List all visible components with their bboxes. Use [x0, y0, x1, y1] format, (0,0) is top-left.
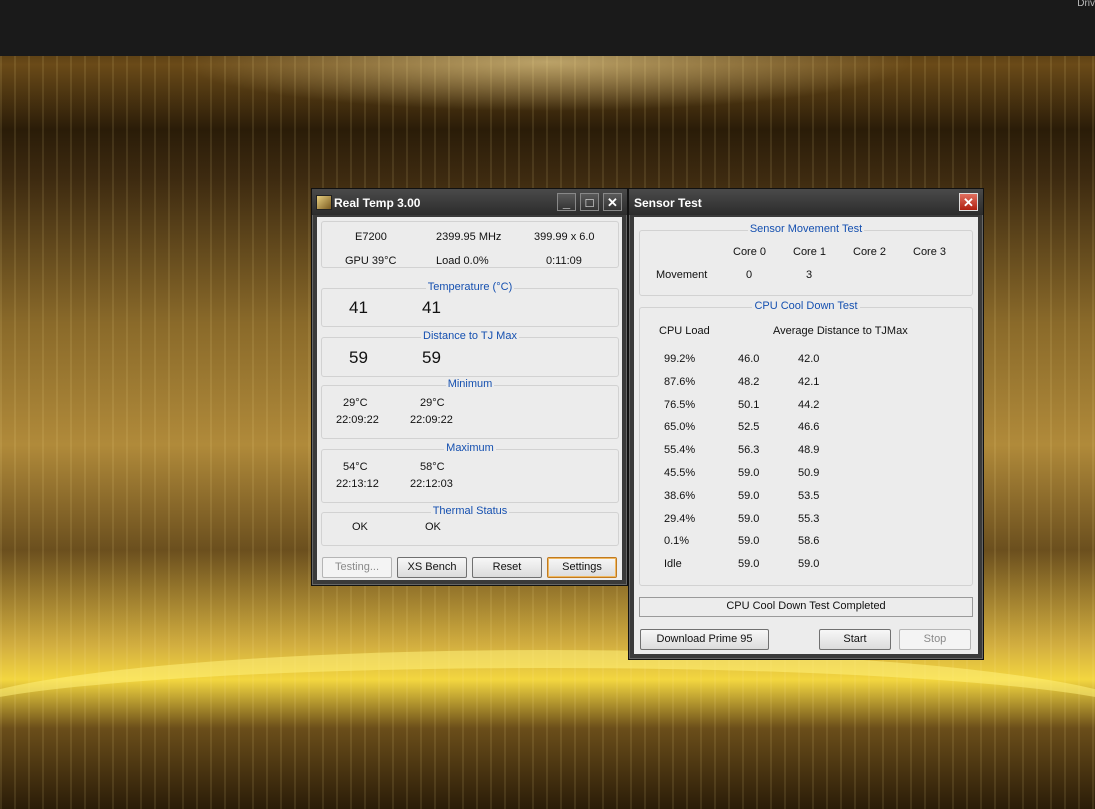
close-icon[interactable]: ✕ [603, 193, 622, 211]
cooldown-cell-core1: 59.0 [798, 558, 820, 571]
cooldown-cell-core0: 48.2 [738, 375, 760, 388]
temperature-group: Temperature (°C) 41 41 [321, 281, 619, 327]
gpu-temp: GPU 39°C [345, 255, 397, 267]
core2-header: Core 2 [853, 246, 887, 258]
sensortest-window: Sensor Test ✕ Sensor Movement Test Core … [628, 188, 984, 660]
cooldown-cell-core0: 59.0 [738, 558, 760, 571]
core1-distance: 59 [422, 348, 441, 367]
movement-group: Sensor Movement Test Core 0 Core 1 Core … [639, 223, 973, 296]
realtemp-titlebar[interactable]: Real Temp 3.00 _ □ ✕ [312, 189, 627, 215]
thermal-status-group: Thermal Status OK OK [321, 505, 619, 546]
cooldown-cell-load: 38.6% [664, 489, 696, 502]
cooldown-cell-core1: 58.6 [798, 535, 820, 548]
core0-temperature: 41 [349, 298, 368, 317]
testing-button[interactable]: Testing... [322, 557, 392, 578]
cooldown-cell-core1: 50.9 [798, 467, 820, 479]
sensortest-titlebar[interactable]: Sensor Test ✕ [629, 189, 983, 215]
core1-min-time: 22:09:22 [410, 414, 453, 426]
temperature-title: Temperature (°C) [425, 281, 515, 293]
cooldown-cell-core0: 52.5 [738, 421, 760, 434]
cooldown-cell-load: 45.5% [664, 467, 696, 479]
cooldown-cell-core0: 59.0 [738, 467, 760, 479]
core0-thermal-status: OK [352, 521, 368, 533]
close-icon[interactable]: ✕ [959, 193, 978, 211]
cooldown-cell-load: 87.6% [664, 375, 696, 388]
core1-thermal-status: OK [425, 521, 441, 533]
core0-max-temp: 54°C [343, 461, 368, 473]
sensortest-title: Sensor Test [634, 196, 702, 210]
uptime: 0:11:09 [546, 255, 582, 267]
reset-button[interactable]: Reset [472, 557, 542, 578]
core1-temperature: 41 [422, 298, 441, 317]
download-prime95-button[interactable]: Download Prime 95 [640, 629, 769, 650]
cooldown-cell-core1: 55.3 [798, 512, 820, 525]
core0-movement: 0 [746, 269, 753, 281]
cooldown-cell-core0: 46.0 [738, 353, 760, 365]
cpu-load: Load 0.0% [436, 255, 489, 267]
realtemp-client: E7200 2399.95 MHz 399.99 x 6.0 GPU 39°C … [317, 217, 622, 580]
thermal-status-title: Thermal Status [430, 505, 510, 517]
maximum-group: Maximum 54°C 58°C 22:13:12 22:12:03 [321, 442, 619, 503]
core1-movement: 3 [806, 269, 813, 281]
top-bar-corner-text: Driv [1077, 0, 1095, 9]
cooldown-cell-core1: 42.0 [798, 353, 820, 365]
core1-max-time: 22:12:03 [410, 478, 453, 490]
movement-row-label: Movement [656, 269, 708, 281]
core0-header: Core 0 [733, 246, 767, 258]
info-group: E7200 2399.95 MHz 399.99 x 6.0 GPU 39°C … [321, 221, 619, 268]
core0-min-temp: 29°C [343, 397, 368, 409]
core3-header: Core 3 [913, 246, 947, 258]
realtemp-window: Real Temp 3.00 _ □ ✕ E7200 2399.95 MHz 3… [311, 188, 628, 586]
core0-distance: 59 [349, 348, 368, 367]
sensortest-client: Sensor Movement Test Core 0 Core 1 Core … [634, 217, 978, 654]
cooldown-cell-load: 65.0% [664, 421, 696, 434]
top-bar: Driv [0, 0, 1095, 56]
cooldown-cell-load: 0.1% [664, 535, 690, 548]
cpu-model: E7200 [355, 231, 387, 243]
cooldown-cell-core1: 44.2 [798, 398, 820, 411]
cooldown-cell-core0: 50.1 [738, 398, 760, 411]
cooldown-cell-core1: 42.1 [798, 375, 820, 388]
minimize-icon[interactable]: _ [557, 193, 576, 211]
cooldown-cell-core0: 59.0 [738, 512, 760, 525]
core0-min-time: 22:09:22 [336, 414, 379, 426]
cooldown-cell-core1: 48.9 [798, 444, 820, 457]
distance-title: Distance to TJ Max [421, 330, 519, 342]
cooldown-cell-core0: 56.3 [738, 444, 760, 457]
cooldown-cell-load: 76.5% [664, 398, 696, 411]
cpu-multiplier: 399.99 x 6.0 [534, 231, 595, 243]
cooldown-cell-core0: 59.0 [738, 535, 760, 548]
cooldown-cell-core0: 59.0 [738, 489, 760, 502]
movement-title: Sensor Movement Test [747, 223, 865, 235]
cooldown-group: CPU Cool Down Test CPU Load Average Dist… [639, 300, 973, 586]
status-box: CPU Cool Down Test Completed [639, 597, 973, 617]
cooldown-cell-core1: 46.6 [798, 421, 820, 434]
minimum-group: Minimum 29°C 29°C 22:09:22 22:09:22 [321, 378, 619, 439]
maximize-icon[interactable]: □ [580, 193, 599, 211]
core1-min-temp: 29°C [420, 397, 445, 409]
realtemp-title: Real Temp 3.00 [334, 196, 421, 210]
cooldown-cell-load: 55.4% [664, 444, 696, 457]
cooldown-title: CPU Cool Down Test [752, 300, 860, 312]
cpu-frequency: 2399.95 MHz [436, 231, 502, 243]
app-icon [316, 195, 332, 210]
maximum-title: Maximum [444, 442, 496, 454]
core1-header: Core 1 [793, 246, 827, 258]
core0-max-time: 22:13:12 [336, 478, 379, 490]
cooldown-cell-load: 29.4% [664, 512, 696, 525]
avg-distance-header: Average Distance to TJMax [773, 325, 908, 337]
start-button[interactable]: Start [819, 629, 891, 650]
cooldown-cell-load: Idle [664, 558, 682, 571]
minimum-title: Minimum [445, 378, 495, 390]
cooldown-cell-core1: 53.5 [798, 489, 820, 502]
xs-bench-button[interactable]: XS Bench [397, 557, 467, 578]
cpu-load-header: CPU Load [659, 325, 710, 337]
stop-button[interactable]: Stop [899, 629, 971, 650]
cooldown-cell-load: 99.2% [664, 353, 696, 365]
settings-button[interactable]: Settings [547, 557, 617, 578]
distance-group: Distance to TJ Max 59 59 [321, 330, 619, 377]
core1-max-temp: 58°C [420, 461, 445, 473]
